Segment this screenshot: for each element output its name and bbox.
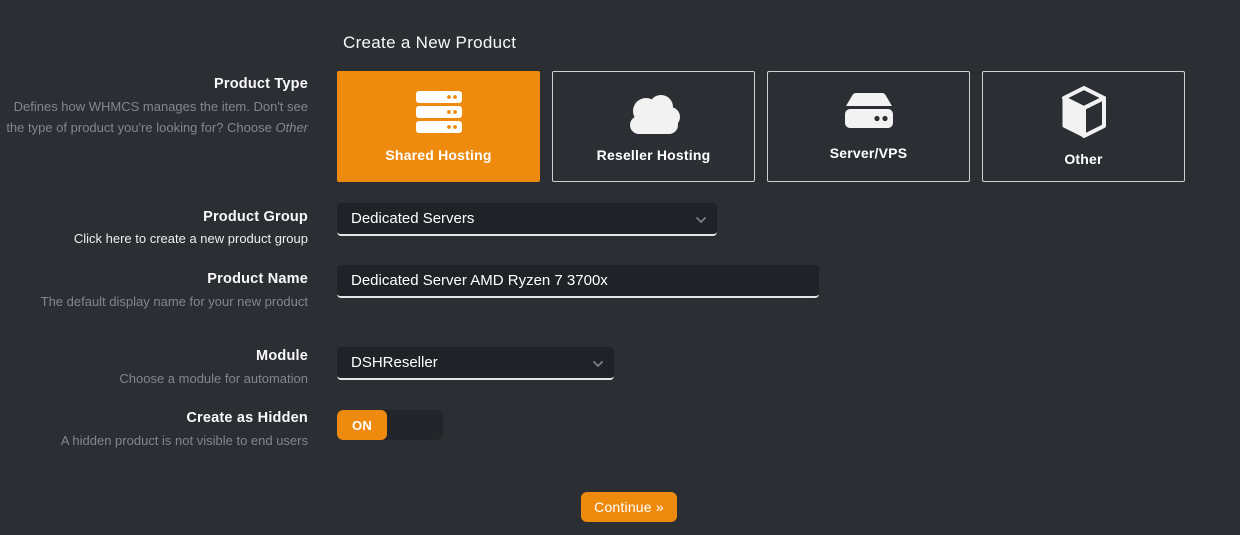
create-as-hidden-label: Create as Hidden <box>0 410 308 426</box>
server-stack-icon <box>415 90 463 134</box>
chevron-down-icon <box>695 213 707 230</box>
product-type-card-reseller-hosting[interactable]: Reseller Hosting <box>552 71 755 182</box>
product-group-select[interactable]: Dedicated Servers <box>337 203 717 236</box>
product-group-label-block: Product Group Click here to create a new… <box>0 209 308 249</box>
product-type-card-other[interactable]: Other <box>982 71 1185 182</box>
module-select[interactable]: DSHReseller <box>337 347 614 380</box>
product-type-card-label: Server/VPS <box>830 145 908 161</box>
module-label-block: Module Choose a module for automation <box>0 348 308 389</box>
product-type-cards: Shared Hosting Reseller Hosting <box>337 71 1185 182</box>
product-name-input[interactable] <box>337 265 819 298</box>
product-name-label: Product Name <box>0 271 308 287</box>
product-type-card-label: Shared Hosting <box>385 147 491 163</box>
create-as-hidden-label-block: Create as Hidden A hidden product is not… <box>0 410 308 451</box>
product-type-label-block: Product Type Defines how WHMCS manages t… <box>0 76 308 138</box>
product-name-description: The default display name for your new pr… <box>0 291 308 312</box>
module-description: Choose a module for automation <box>0 368 308 389</box>
product-type-card-shared-hosting[interactable]: Shared Hosting <box>337 71 540 182</box>
product-type-card-server-vps[interactable]: Server/VPS <box>767 71 970 182</box>
server-vps-icon <box>841 92 897 132</box>
create-as-hidden-description: A hidden product is not visible to end u… <box>0 430 308 451</box>
product-type-description-em: Other <box>275 120 308 135</box>
cube-icon <box>1060 86 1108 138</box>
chevron-down-icon <box>592 357 604 374</box>
create-product-page: Create a New Product Product Type Define… <box>0 0 1240 535</box>
product-type-description: Defines how WHMCS manages the item. Don'… <box>0 96 308 138</box>
continue-button[interactable]: Continue » <box>581 492 677 522</box>
page-title: Create a New Product <box>343 33 516 53</box>
create-as-hidden-toggle[interactable]: ON <box>337 410 443 440</box>
module-select-value: DSHReseller <box>351 354 438 371</box>
product-type-label: Product Type <box>0 76 308 92</box>
cloud-icon <box>622 90 686 134</box>
product-group-label: Product Group <box>0 209 308 225</box>
create-product-group-link[interactable]: Click here to create a new product group <box>74 228 308 249</box>
module-label: Module <box>0 348 308 364</box>
product-name-label-block: Product Name The default display name fo… <box>0 271 308 312</box>
product-type-description-text: Defines how WHMCS manages the item. Don'… <box>6 99 308 135</box>
product-type-card-label: Reseller Hosting <box>597 147 711 163</box>
product-type-card-label: Other <box>1064 151 1102 167</box>
toggle-on-segment: ON <box>337 410 387 440</box>
product-group-select-value: Dedicated Servers <box>351 210 474 227</box>
